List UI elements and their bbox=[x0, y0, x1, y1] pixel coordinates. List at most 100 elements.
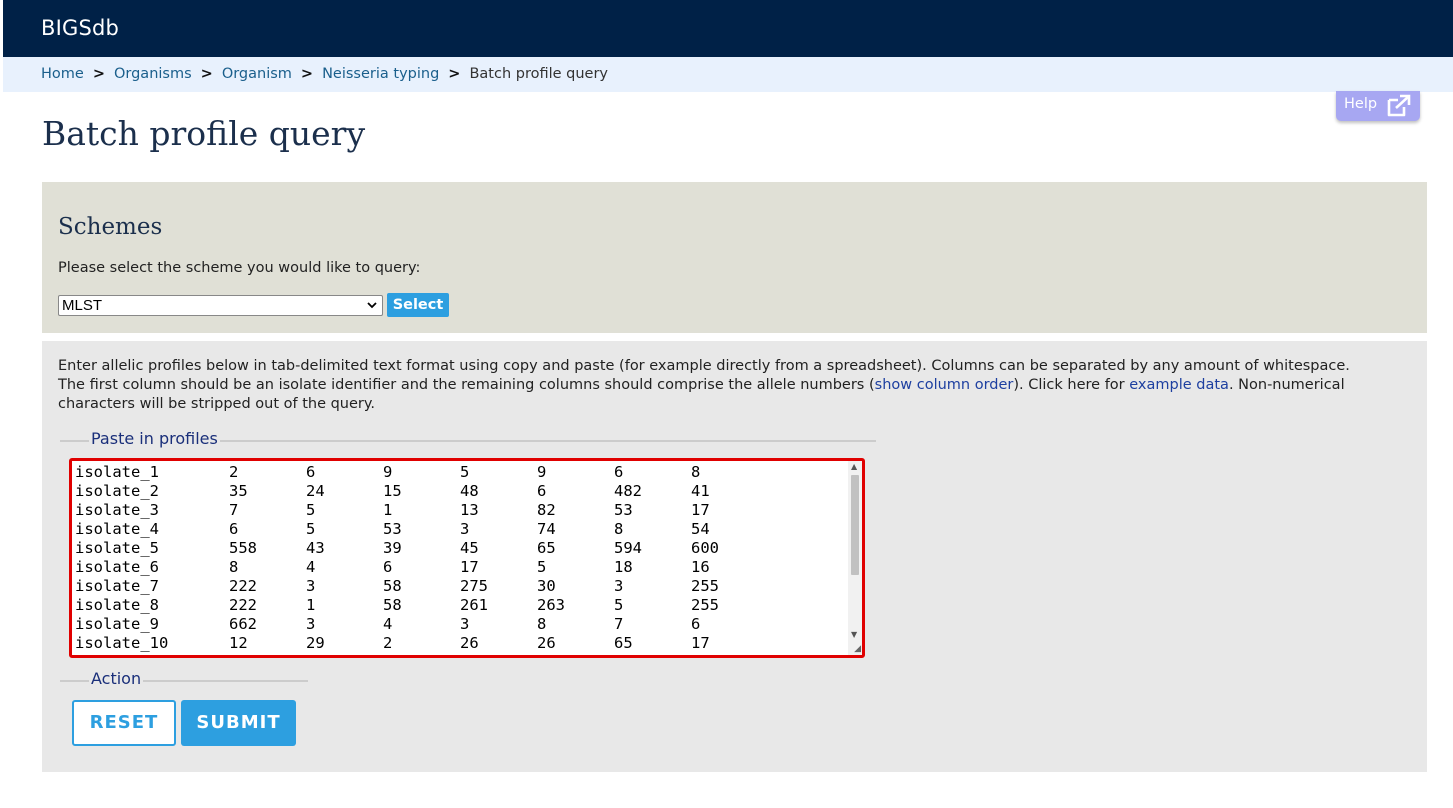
help-button[interactable]: Help bbox=[1336, 91, 1420, 121]
profile-allele-value: 255 bbox=[691, 596, 719, 614]
profile-allele-value: 222 bbox=[229, 596, 257, 614]
profile-allele-value: 17 bbox=[460, 558, 479, 576]
breadcrumb-separator: > bbox=[448, 66, 461, 82]
action-legend: Action bbox=[89, 669, 144, 688]
show-column-order-link[interactable]: show column order bbox=[875, 377, 1014, 393]
profile-allele-value: 65 bbox=[537, 539, 556, 557]
submit-button[interactable]: SUBMIT bbox=[181, 700, 296, 746]
scroll-down-arrow-icon[interactable]: ▼ bbox=[851, 630, 857, 639]
profile-isolate-id: isolate_1 bbox=[75, 463, 159, 481]
profile-allele-value: 12 bbox=[229, 634, 248, 652]
profile-allele-value: 26 bbox=[537, 634, 556, 652]
scheme-panel: Schemes Please select the scheme you wou… bbox=[42, 182, 1427, 333]
profile-isolate-id: isolate_10 bbox=[75, 634, 169, 652]
page: BIGSdb Home > Organisms > Organism > Neisseria… bbox=[0, 0, 1453, 808]
profile-isolate-id: isolate_8 bbox=[75, 596, 159, 614]
profile-allele-value: 43 bbox=[306, 539, 325, 557]
breadcrumb-organisms[interactable]: Organisms bbox=[114, 66, 192, 82]
profile-allele-value: 24 bbox=[306, 482, 325, 500]
instructions-text: Enter allelic profiles below in tab-deli… bbox=[58, 357, 1358, 414]
profile-allele-value: 8 bbox=[691, 463, 701, 481]
scroll-thumb[interactable] bbox=[851, 475, 859, 575]
brand-logo-text[interactable]: BIGSdb bbox=[41, 16, 119, 40]
profile-allele-value: 53 bbox=[614, 501, 633, 519]
breadcrumb-organism[interactable]: Organism bbox=[222, 66, 292, 82]
profile-allele-value: 5 bbox=[537, 558, 547, 576]
profile-allele-value: 1 bbox=[383, 501, 393, 519]
scheme-prompt: Please select the scheme you would like … bbox=[58, 260, 421, 276]
schemes-heading: Schemes bbox=[58, 214, 163, 240]
profile-isolate-id: isolate_7 bbox=[75, 577, 159, 595]
profile-allele-value: 8 bbox=[537, 615, 547, 633]
instructions-part-2: ). Click here for bbox=[1013, 377, 1130, 393]
profile-allele-value: 3 bbox=[306, 577, 316, 595]
profile-allele-value: 5 bbox=[306, 520, 316, 538]
help-label: Help bbox=[1344, 96, 1378, 112]
breadcrumb-separator: > bbox=[300, 66, 314, 82]
profile-allele-value: 4 bbox=[306, 558, 316, 576]
profile-allele-value: 39 bbox=[383, 539, 402, 557]
breadcrumb-current: Batch profile query bbox=[469, 66, 609, 82]
profile-isolate-id: isolate_2 bbox=[75, 482, 159, 500]
breadcrumb-separator: > bbox=[200, 66, 213, 82]
paste-legend: Paste in profiles bbox=[89, 429, 220, 448]
profile-allele-value: 6 bbox=[691, 615, 701, 633]
profile-allele-value: 9 bbox=[537, 463, 547, 481]
chevron-down-icon bbox=[366, 297, 378, 316]
profile-allele-value: 17 bbox=[691, 634, 710, 652]
profile-allele-value: 16 bbox=[691, 558, 710, 576]
profile-allele-value: 45 bbox=[460, 539, 479, 557]
profile-allele-value: 82 bbox=[537, 501, 556, 519]
profile-allele-value: 263 bbox=[537, 596, 565, 614]
profile-allele-value: 65 bbox=[614, 634, 633, 652]
profile-allele-value: 74 bbox=[537, 520, 556, 538]
example-data-link[interactable]: example data bbox=[1129, 377, 1229, 393]
paste-fieldset: Paste in profiles bbox=[60, 429, 878, 449]
breadcrumb-home[interactable]: Home bbox=[41, 66, 84, 82]
reset-button[interactable]: RESET bbox=[72, 700, 176, 746]
action-fieldset: Action bbox=[60, 669, 310, 689]
profile-allele-value: 30 bbox=[537, 577, 556, 595]
profile-allele-value: 662 bbox=[229, 615, 257, 633]
breadcrumb-neisseria-typing[interactable]: Neisseria typing bbox=[322, 66, 439, 82]
resize-handle-icon[interactable]: ◢ bbox=[854, 644, 861, 654]
profile-allele-value: 2 bbox=[229, 463, 239, 481]
query-panel: Enter allelic profiles below in tab-deli… bbox=[42, 341, 1427, 772]
profile-allele-value: 255 bbox=[691, 577, 719, 595]
profile-allele-value: 2 bbox=[383, 634, 393, 652]
profile-allele-value: 275 bbox=[460, 577, 488, 595]
profile-allele-value: 48 bbox=[460, 482, 479, 500]
profile-allele-value: 4 bbox=[383, 615, 393, 633]
profile-allele-value: 58 bbox=[383, 577, 402, 595]
profile-allele-value: 1 bbox=[306, 596, 316, 614]
profile-isolate-id: isolate_9 bbox=[75, 615, 159, 633]
profile-allele-value: 26 bbox=[460, 634, 479, 652]
profile-allele-value: 18 bbox=[614, 558, 633, 576]
profile-allele-value: 17 bbox=[691, 501, 710, 519]
profile-allele-value: 54 bbox=[691, 520, 710, 538]
profile-isolate-id: isolate_4 bbox=[75, 520, 159, 538]
scroll-up-arrow-icon[interactable]: ▲ bbox=[851, 462, 857, 471]
profile-allele-value: 261 bbox=[460, 596, 488, 614]
profile-allele-value: 482 bbox=[614, 482, 642, 500]
profile-allele-value: 7 bbox=[229, 501, 239, 519]
profile-allele-value: 3 bbox=[614, 577, 624, 595]
profile-allele-value: 558 bbox=[229, 539, 257, 557]
profile-allele-value: 58 bbox=[383, 596, 402, 614]
profile-allele-value: 3 bbox=[306, 615, 316, 633]
breadcrumb: Home > Organisms > Organism > Neisseria typing… bbox=[3, 57, 1453, 92]
profile-allele-value: 6 bbox=[537, 482, 547, 500]
profiles-textarea[interactable]: isolate_1 2 6 9 5 9 6 8 isolate_2 35 24 15 48 6 482 41 i… bbox=[69, 458, 865, 658]
profile-allele-value: 594 bbox=[614, 539, 642, 557]
profile-allele-value: 6 bbox=[306, 463, 316, 481]
profile-allele-value: 8 bbox=[229, 558, 239, 576]
select-button[interactable]: Select bbox=[387, 293, 449, 317]
textarea-scrollbar[interactable]: ▲ ▼ bbox=[848, 461, 862, 655]
profile-allele-value: 600 bbox=[691, 539, 719, 557]
profile-allele-value: 41 bbox=[691, 482, 710, 500]
profile-allele-value: 6 bbox=[229, 520, 239, 538]
profile-allele-value: 15 bbox=[383, 482, 402, 500]
scheme-select[interactable]: MLST bbox=[58, 295, 383, 316]
profile-allele-value: 5 bbox=[614, 596, 624, 614]
profile-allele-value: 13 bbox=[460, 501, 479, 519]
